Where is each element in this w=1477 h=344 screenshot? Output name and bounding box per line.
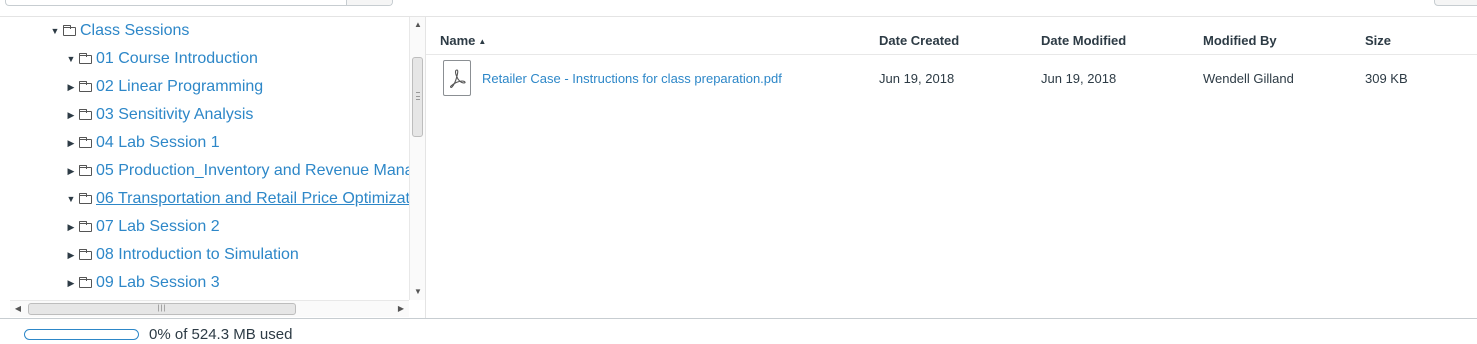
tree-item-09[interactable]: ▶ 09 Lab Session 3 bbox=[66, 271, 220, 295]
tree-item-label: 01 Course Introduction bbox=[96, 50, 258, 67]
collapsed-caret-icon[interactable]: ▶ bbox=[66, 222, 76, 233]
column-header-name[interactable]: Name ▲ bbox=[440, 33, 486, 48]
scroll-down-arrow-icon[interactable]: ▼ bbox=[410, 284, 426, 300]
date-modified-cell: Jun 19, 2018 bbox=[1041, 71, 1117, 86]
tree-item-label: 07 Lab Session 2 bbox=[96, 218, 220, 235]
footer-divider bbox=[0, 318, 1477, 319]
toolbar-button-stub[interactable] bbox=[1434, 0, 1477, 6]
size-cell: 309 KB bbox=[1365, 71, 1408, 86]
tree-item-label: Class Sessions bbox=[80, 22, 190, 39]
expanded-caret-icon[interactable]: ▼ bbox=[66, 54, 76, 64]
vertical-scroll-thumb[interactable] bbox=[412, 57, 423, 137]
tree-item-label: 05 Production_Inventory and Revenue Mana bbox=[96, 162, 409, 179]
tree-item-label: 09 Lab Session 3 bbox=[96, 274, 220, 291]
folder-icon bbox=[79, 248, 92, 260]
collapsed-caret-icon[interactable]: ▶ bbox=[66, 82, 76, 93]
folder-icon bbox=[63, 24, 76, 36]
folder-icon bbox=[79, 108, 92, 120]
search-input-stub[interactable] bbox=[5, 0, 393, 6]
pdf-file-icon bbox=[443, 60, 471, 96]
tree-item-class-sessions[interactable]: ▼ Class Sessions bbox=[50, 19, 190, 43]
folder-icon bbox=[79, 192, 92, 204]
folder-icon bbox=[79, 276, 92, 288]
horizontal-scroll-thumb[interactable]: ||| bbox=[28, 303, 296, 315]
folder-tree: ▼ Class Sessions ▼ 01 Course Introductio… bbox=[10, 17, 409, 300]
tree-item-label-active: 06 Transportation and Retail Price Optim… bbox=[96, 190, 409, 207]
folder-icon bbox=[79, 220, 92, 232]
tree-item-04[interactable]: ▶ 04 Lab Session 1 bbox=[66, 131, 220, 155]
tree-item-02[interactable]: ▶ 02 Linear Programming bbox=[66, 75, 264, 99]
column-header-label: Name bbox=[440, 33, 476, 48]
tree-item-label: 03 Sensitivity Analysis bbox=[96, 106, 254, 123]
scroll-up-arrow-icon[interactable]: ▲ bbox=[410, 17, 426, 33]
expanded-caret-icon[interactable]: ▼ bbox=[50, 26, 60, 36]
folder-icon bbox=[79, 136, 92, 148]
folder-icon bbox=[79, 164, 92, 176]
collapsed-caret-icon[interactable]: ▶ bbox=[66, 138, 76, 149]
date-created-cell: Jun 19, 2018 bbox=[879, 71, 955, 86]
folder-icon bbox=[79, 80, 92, 92]
column-header-modified-by[interactable]: Modified By bbox=[1203, 33, 1277, 48]
sort-ascending-icon: ▲ bbox=[478, 37, 487, 46]
expanded-caret-icon[interactable]: ▼ bbox=[66, 194, 76, 204]
tree-item-03[interactable]: ▶ 03 Sensitivity Analysis bbox=[66, 103, 254, 127]
collapsed-caret-icon[interactable]: ▶ bbox=[66, 166, 76, 177]
table-row[interactable]: Retailer Case - Instructions for class p… bbox=[426, 56, 1477, 102]
file-name-link[interactable]: Retailer Case - Instructions for class p… bbox=[482, 71, 782, 86]
storage-quota-progress-bar bbox=[24, 329, 139, 340]
file-list-header: Name ▲ Date Created Date Modified Modifie… bbox=[426, 28, 1477, 55]
scroll-right-arrow-icon[interactable]: ▶ bbox=[393, 301, 409, 317]
search-button[interactable] bbox=[346, 0, 392, 5]
horizontal-scrollbar[interactable]: ◀ ||| ▶ bbox=[10, 300, 409, 317]
tree-item-label: 08 Introduction to Simulation bbox=[96, 246, 299, 263]
grip-icon bbox=[416, 92, 420, 100]
tree-item-01[interactable]: ▼ 01 Course Introduction bbox=[66, 47, 258, 71]
collapsed-caret-icon[interactable]: ▶ bbox=[66, 278, 76, 289]
tree-item-06[interactable]: ▼ 06 Transportation and Retail Price Opt… bbox=[66, 187, 409, 211]
tree-item-08[interactable]: ▶ 08 Introduction to Simulation bbox=[66, 243, 299, 267]
column-header-date-created[interactable]: Date Created bbox=[879, 33, 959, 48]
tree-item-label: 02 Linear Programming bbox=[96, 78, 264, 95]
tree-item-label: 04 Lab Session 1 bbox=[96, 134, 220, 151]
modified-by-cell: Wendell Gilland bbox=[1203, 71, 1294, 86]
storage-quota-text: 0% of 524.3 MB used bbox=[149, 326, 293, 343]
vertical-scrollbar[interactable]: ▲ ▼ bbox=[409, 17, 425, 300]
tree-item-07[interactable]: ▶ 07 Lab Session 2 bbox=[66, 215, 220, 239]
collapsed-caret-icon[interactable]: ▶ bbox=[66, 110, 76, 121]
scroll-left-arrow-icon[interactable]: ◀ bbox=[10, 301, 26, 317]
folder-icon bbox=[79, 52, 92, 64]
column-header-date-modified[interactable]: Date Modified bbox=[1041, 33, 1126, 48]
tree-item-05[interactable]: ▶ 05 Production_Inventory and Revenue Ma… bbox=[66, 159, 409, 183]
column-header-size[interactable]: Size bbox=[1365, 33, 1391, 48]
collapsed-caret-icon[interactable]: ▶ bbox=[66, 250, 76, 261]
